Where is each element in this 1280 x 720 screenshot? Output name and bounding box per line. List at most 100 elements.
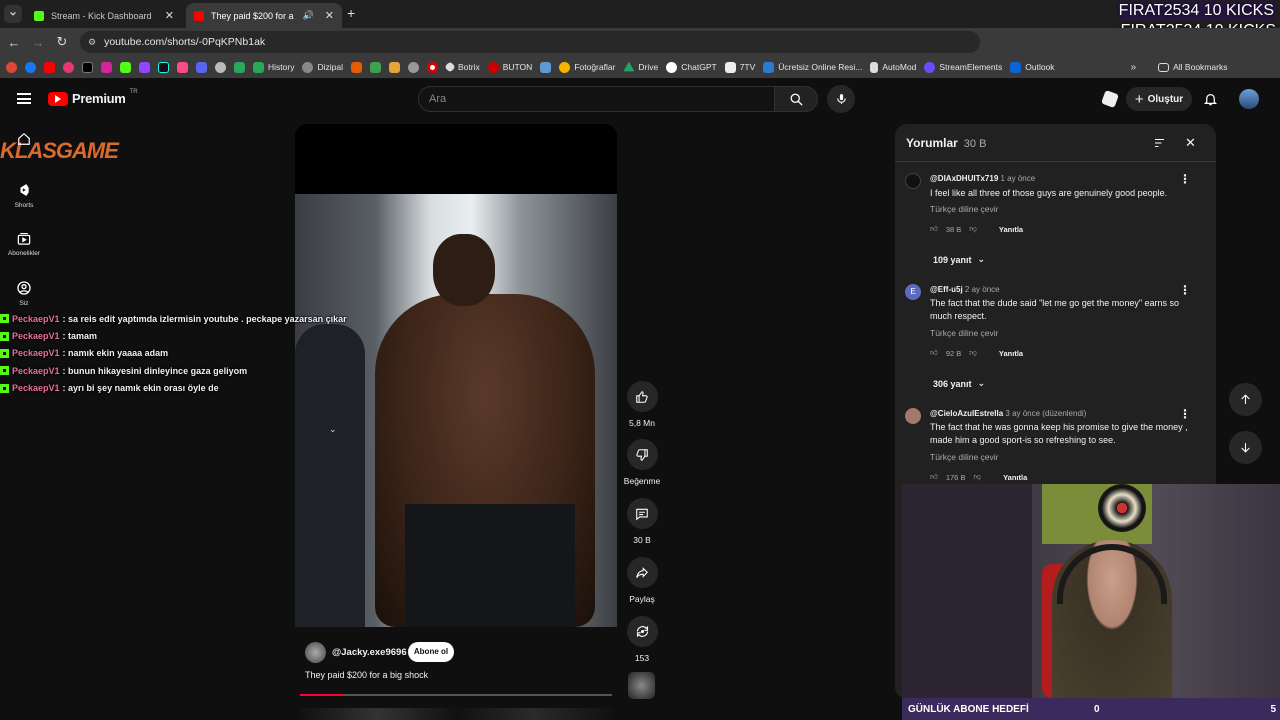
app-bookmark-icon[interactable] [369,61,381,73]
thumbs-down-icon[interactable]: 👎︎ [969,348,977,358]
sound-thumbnail[interactable] [628,672,655,699]
remix-button[interactable]: 153 [622,616,662,663]
more-options-icon[interactable]: ⋮ [1179,172,1191,186]
bookmark-buton[interactable]: BUTON [487,61,532,73]
close-tab-icon[interactable]: ✕ [165,9,174,22]
previous-short-button[interactable] [1229,383,1262,416]
kick-bookmark-icon[interactable] [120,61,131,73]
comment-avatar[interactable] [905,173,921,189]
translate-link[interactable]: Türkçe diline çevir [930,452,999,462]
dislike-button[interactable]: Beğenme [622,439,662,486]
avatar[interactable] [1239,89,1259,109]
thumbs-down-icon[interactable]: 👎︎ [969,224,977,234]
short-title[interactable]: They paid $200 for a big shock [305,670,428,680]
search-icon [790,93,803,106]
bookmark-drive[interactable]: Drive [623,61,658,73]
bookmark-fotograflar[interactable]: Fotoğraflar [559,61,615,73]
notifications-icon[interactable] [1203,91,1218,110]
app-bookmark-icon[interactable] [350,61,362,73]
comment-avatar[interactable]: E [905,284,921,300]
home-icon[interactable] [17,132,31,149]
tiktok-icon[interactable] [158,61,169,73]
app-bookmark-icon[interactable] [177,61,188,73]
x-icon[interactable] [82,61,93,73]
subscribe-button[interactable]: Abone ol [408,642,454,662]
app-bookmark-icon[interactable] [63,61,74,73]
comment-text: The fact that he was gonna keep his prom… [930,422,1188,445]
like-button[interactable]: 5,8 Mn [622,381,662,428]
bookmark-dizipal[interactable]: Dizipal [302,61,343,73]
channel-name[interactable]: @Jacky.exe9696 [332,647,407,658]
next-short-button[interactable] [1229,431,1262,464]
view-replies-button[interactable]: 109 yanıt ⌄ [933,254,985,265]
youtube-bookmark-icon[interactable] [44,61,55,73]
comment-author[interactable]: @DIAxDHUITx719 1 ay önce [930,174,1035,183]
bookmark-7tv[interactable]: 7TV [724,61,755,73]
comment-avatar[interactable] [905,408,921,424]
thumbs-up-icon[interactable]: 👍︎ [930,348,938,358]
close-icon[interactable]: ✕ [1185,135,1196,151]
more-bookmarks-icon[interactable]: » [1131,62,1137,73]
voice-search-button[interactable] [827,85,855,113]
tab-kick-dashboard[interactable]: Stream - Kick Dashboard ✕ [26,3,182,28]
reply-button[interactable]: Yanıtla [999,225,1023,234]
channel-avatar[interactable] [305,642,326,663]
translate-link[interactable]: Türkçe diline çevir [930,204,999,214]
app-bookmark-icon[interactable] [426,61,438,73]
facebook-icon[interactable] [25,61,36,73]
url-field[interactable]: ⚙ youtube.com/shorts/-0PqKPNb1ak [80,31,980,53]
new-tab-button[interactable]: + [347,5,355,21]
all-bookmarks[interactable]: All Bookmarks [1158,62,1227,72]
youtube-logo[interactable]: Premium TR [48,89,138,106]
sidebar-item-subscriptions[interactable]: Abonelikler [0,231,48,257]
translate-link[interactable]: Türkçe diline çevir [930,328,999,338]
sort-icon[interactable] [1153,137,1166,152]
chrome-app-icon[interactable] [6,61,17,73]
bookmark-chatgpt[interactable]: ChatGPT [666,61,717,73]
twitch-icon[interactable] [139,61,150,73]
bookmark-resim[interactable]: Ücretsiz Online Resi... [763,61,862,73]
thumbs-down-icon[interactable]: 👎︎ [973,472,981,482]
thumbs-up-icon[interactable]: 👍︎ [930,224,938,234]
bookmark-automod[interactable]: AutoMod [870,61,916,73]
bookmark-streamelements[interactable]: StreamElements [924,61,1002,73]
share-button[interactable]: Paylaş [622,557,662,604]
chat-username: PeckaepV1 [12,331,60,342]
chat-text: : namık ekin yaaaa adam [62,348,169,359]
audio-playing-icon[interactable]: 🔊 [303,10,314,21]
reply-button[interactable]: Yanıtla [1003,473,1027,482]
reply-button[interactable]: Yanıtla [999,349,1023,358]
app-bookmark-icon[interactable] [215,61,226,73]
bookmark-outlook[interactable]: Outlook [1010,61,1055,73]
sidebar-item-shorts[interactable]: Shorts [0,182,48,209]
comment-author[interactable]: @Eff-u5j 2 ay önce [930,285,1000,294]
thumbs-up-icon[interactable]: 👍︎ [930,472,938,482]
sidebar-item-you[interactable]: Siz [0,280,48,307]
app-bookmark-icon[interactable] [407,61,419,73]
app-bookmark-icon[interactable] [540,61,552,73]
more-options-icon[interactable]: ⋮ [1179,283,1191,297]
instagram-icon[interactable] [101,61,112,73]
tab-search-button[interactable] [4,5,22,23]
site-info-icon[interactable]: ⚙ [88,37,96,48]
progress-track[interactable] [300,694,612,696]
menu-icon[interactable] [17,93,31,104]
bookmark-botrix[interactable]: Botrix [444,61,480,73]
search-button[interactable] [774,86,818,112]
create-button[interactable]: + Oluştur [1126,87,1192,111]
back-icon[interactable]: ← [2,35,26,50]
comments-button[interactable]: 30 B [622,498,662,545]
more-options-icon[interactable]: ⋮ [1179,407,1191,421]
forward-icon[interactable]: → [26,35,50,50]
bookmark-history[interactable]: History [253,61,294,73]
tab-youtube-short[interactable]: They paid $200 for a big sh 🔊 ✕ [186,3,342,28]
close-tab-icon[interactable]: ✕ [325,9,334,22]
view-replies-button[interactable]: 306 yanıt ⌄ [933,378,985,389]
replies-count: 306 yanıt [933,378,972,389]
app-bookmark-icon[interactable] [234,61,245,73]
reload-icon[interactable]: ↻ [50,34,74,50]
comment-author[interactable]: @CieloAzulEstrella 3 ay önce (düzenlendi… [930,409,1086,418]
search-input[interactable]: Ara [418,86,774,112]
app-bookmark-icon[interactable] [196,61,207,73]
app-bookmark-icon[interactable] [388,61,400,73]
